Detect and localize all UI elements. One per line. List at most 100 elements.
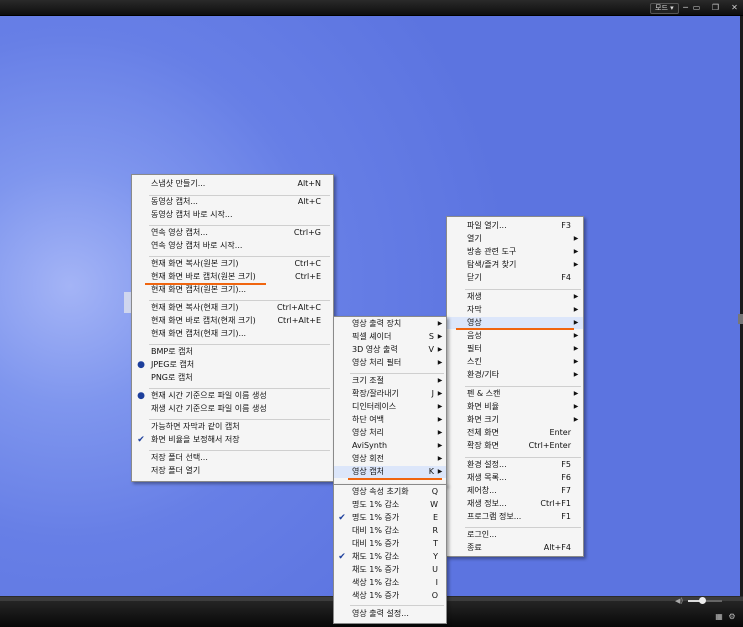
menu-item-aspect-ratio[interactable]: 화면 비율 ▶ <box>447 401 583 413</box>
minimize-mini-icon[interactable]: ─ <box>681 3 690 12</box>
menu-item-reset-properties[interactable]: 영상 속성 초기화 Q <box>334 486 446 498</box>
menu-item-name-by-clock[interactable]: ● 현재 시간 기준으로 파일 이름 생성 <box>132 390 333 402</box>
menu-item-quick-capture-original[interactable]: 현재 화면 바로 캡처(원본 크기) Ctrl+E <box>132 271 333 283</box>
submenu-arrow-icon: ▶ <box>573 403 579 410</box>
menu-item-open-folder[interactable]: 저장 폴더 열기 <box>132 465 333 477</box>
main-context-menu: 파일 열기... F3 열기 ▶ 방송 관련 도구 ▶ 탐색/즐겨 찾기 ▶ 닫기 F4 … <box>446 216 584 557</box>
menu-item-audio[interactable]: 음성 ▶ <box>447 330 583 342</box>
menu-item-video-capture-start[interactable]: 동영상 캡처 바로 시작... <box>132 209 333 221</box>
submenu-arrow-icon: ▶ <box>573 371 579 378</box>
menu-item-hue-down[interactable]: 색상 1% 감소 I <box>334 577 446 589</box>
menu-item-program-info[interactable]: 프로그램 정보... F1 <box>447 511 583 523</box>
submenu-arrow-icon: ▶ <box>437 359 443 366</box>
menu-item-rotate[interactable]: 영상 회전 ▶ <box>334 453 446 465</box>
mode-dropdown[interactable]: 모드 ▾ <box>650 3 679 14</box>
menu-item-copy-original[interactable]: 현재 화면 복사(원본 크기) Ctrl+C <box>132 258 333 270</box>
speaker-icon[interactable]: ◀) <box>675 597 683 605</box>
menu-item-preferences[interactable]: 환경 설정... F5 <box>447 459 583 471</box>
restore-button[interactable]: ❐ <box>711 3 720 12</box>
menu-separator <box>465 457 581 458</box>
menu-item-video-filter[interactable]: 영상 처리 필터 ▶ <box>334 357 446 369</box>
menu-item-name-by-playtime[interactable]: 재생 시간 기준으로 파일 이름 생성 <box>132 403 333 415</box>
menu-item-open[interactable]: 열기 ▶ <box>447 233 583 245</box>
menu-item-quick-capture-current[interactable]: 현재 화면 바로 캡처(현재 크기) Ctrl+Alt+E <box>132 315 333 327</box>
menu-item-copy-current[interactable]: 현재 화면 복사(현재 크기) Ctrl+Alt+C <box>132 302 333 314</box>
menu-item-saturation-down[interactable]: ✔ 채도 1% 감소 Y <box>334 551 446 563</box>
menu-item-login[interactable]: 로그인... <box>447 529 583 541</box>
submenu-arrow-icon: ▶ <box>437 468 443 475</box>
menu-item-playback-info[interactable]: 재생 정보... Ctrl+F1 <box>447 498 583 510</box>
menu-item-select-folder[interactable]: 저장 폴더 선택... <box>132 452 333 464</box>
video-adjust-menu: 영상 속성 초기화 Q 명도 1% 감소 W ✔ 명도 1% 증가 E 대비 1% 감소… <box>333 484 447 624</box>
side-panel-toggle[interactable] <box>738 314 743 324</box>
menu-item-hue-up[interactable]: 색상 1% 증가 O <box>334 590 446 602</box>
menu-item-extended-screen[interactable]: 확장 화면 Ctrl+Enter <box>447 440 583 452</box>
menu-item-output-device[interactable]: 영상 출력 장치 ▶ <box>334 318 446 330</box>
submenu-arrow-icon: ▶ <box>437 403 443 410</box>
menu-separator <box>149 344 330 345</box>
menu-item-resize[interactable]: 크기 조절 ▶ <box>334 375 446 387</box>
menu-item-jpeg[interactable]: ● JPEG로 캡처 <box>132 359 333 371</box>
menu-item-burst-capture[interactable]: 연속 영상 캡처... Ctrl+G <box>132 227 333 239</box>
menu-item-avisynth[interactable]: AviSynth ▶ <box>334 440 446 452</box>
menu-item-saturation-up[interactable]: 채도 1% 증가 U <box>334 564 446 576</box>
menu-item-playlist[interactable]: 재생 목록... F6 <box>447 472 583 484</box>
menu-item-deinterlace[interactable]: 디인터레이스 ▶ <box>334 401 446 413</box>
submenu-arrow-icon: ▶ <box>573 332 579 339</box>
submenu-arrow-icon: ▶ <box>437 442 443 449</box>
playlist-icon[interactable]: ▦ <box>715 613 723 621</box>
submenu-arrow-icon: ▶ <box>437 320 443 327</box>
settings-icon[interactable]: ⚙ <box>728 613 736 621</box>
menu-item-video-capture[interactable]: 영상 캡처 K ▶ <box>334 466 446 478</box>
menu-item-screen-size[interactable]: 화면 크기 ▶ <box>447 414 583 426</box>
menu-item-video-capture[interactable]: 동영상 캡처... Alt+C <box>132 196 333 208</box>
title-bar: 모드 ▾ ─ ▭ ❐ ✕ <box>0 0 743 16</box>
menu-item-close[interactable]: 닫기 F4 <box>447 272 583 284</box>
menu-item-video-processing[interactable]: 영상 처리 ▶ <box>334 427 446 439</box>
menu-item-brightness-up[interactable]: ✔ 명도 1% 증가 E <box>334 512 446 524</box>
menu-item-bottom-margin[interactable]: 하단 여백 ▶ <box>334 414 446 426</box>
submenu-arrow-icon: ▶ <box>437 346 443 353</box>
menu-separator <box>465 527 581 528</box>
menu-item-correct-aspect[interactable]: ✔ 화면 비율을 보정해서 저장 <box>132 434 333 446</box>
menu-item-3d-output[interactable]: 3D 영상 출력 V ▶ <box>334 344 446 356</box>
capture-menu: 스냅샷 만들기... Alt+N 동영상 캡처... Alt+C 동영상 캡처 바로… <box>131 174 334 482</box>
menu-item-burst-capture-start[interactable]: 연속 영상 캡처 바로 시작... <box>132 240 333 252</box>
menu-item-subtitles[interactable]: 자막 ▶ <box>447 304 583 316</box>
menu-item-pixel-shader[interactable]: 픽셀 셰이더 S ▶ <box>334 331 446 343</box>
menu-item-control-window[interactable]: 제어창... F7 <box>447 485 583 497</box>
video-submenu: 영상 출력 장치 ▶ 픽셀 셰이더 S ▶ 3D 영상 출력 V ▶ 영상 처리 필터 ▶ … <box>333 316 447 486</box>
menu-separator <box>149 256 330 257</box>
menu-item-environment[interactable]: 환경/기타 ▶ <box>447 369 583 381</box>
menu-item-browse-favorites[interactable]: 탐색/즐겨 찾기 ▶ <box>447 259 583 271</box>
menu-item-pan-scan[interactable]: 펜 & 스캔 ▶ <box>447 388 583 400</box>
submenu-arrow-icon: ▶ <box>437 333 443 340</box>
menu-item-bmp[interactable]: BMP로 캡처 <box>132 346 333 358</box>
menu-item-contrast-down[interactable]: 대비 1% 감소 R <box>334 525 446 537</box>
volume-knob[interactable] <box>698 597 706 604</box>
submenu-arrow-icon: ▶ <box>573 416 579 423</box>
menu-item-contrast-up[interactable]: 대비 1% 증가 T <box>334 538 446 550</box>
menu-item-capture-current[interactable]: 현재 화면 캡처(현재 크기)... <box>132 328 333 340</box>
mode-label: 모드 <box>655 4 668 12</box>
menu-item-capture-original[interactable]: 현재 화면 캡처(원본 크기)... <box>132 284 333 296</box>
menu-item-output-settings[interactable]: 영상 출력 설정... <box>334 608 446 620</box>
menu-item-broadcast-tools[interactable]: 방송 관련 도구 ▶ <box>447 246 583 258</box>
menu-item-brightness-down[interactable]: 명도 1% 감소 W <box>334 499 446 511</box>
menu-separator <box>149 419 330 420</box>
menu-item-fullscreen[interactable]: 전체 화면 Enter <box>447 427 583 439</box>
menu-item-exit[interactable]: 종료 Alt+F4 <box>447 542 583 554</box>
menu-separator <box>465 289 581 290</box>
menu-item-expand-crop[interactable]: 확장/잘라내기 J ▶ <box>334 388 446 400</box>
menu-item-skin[interactable]: 스킨 ▶ <box>447 356 583 368</box>
menu-item-playback[interactable]: 재생 ▶ <box>447 291 583 303</box>
close-button[interactable]: ✕ <box>730 3 739 12</box>
menu-item-capture-with-subtitles[interactable]: 가능하면 자막과 같이 캡처 <box>132 421 333 433</box>
hidden-handle <box>124 292 131 313</box>
minimize-button[interactable]: ▭ <box>692 3 701 12</box>
menu-item-snapshot[interactable]: 스냅샷 만들기... Alt+N <box>132 178 333 190</box>
menu-item-open-file[interactable]: 파일 열기... F3 <box>447 220 583 232</box>
menu-item-filters[interactable]: 필터 ▶ <box>447 343 583 355</box>
menu-item-png[interactable]: PNG로 캡처 <box>132 372 333 384</box>
submenu-arrow-icon: ▶ <box>573 293 579 300</box>
